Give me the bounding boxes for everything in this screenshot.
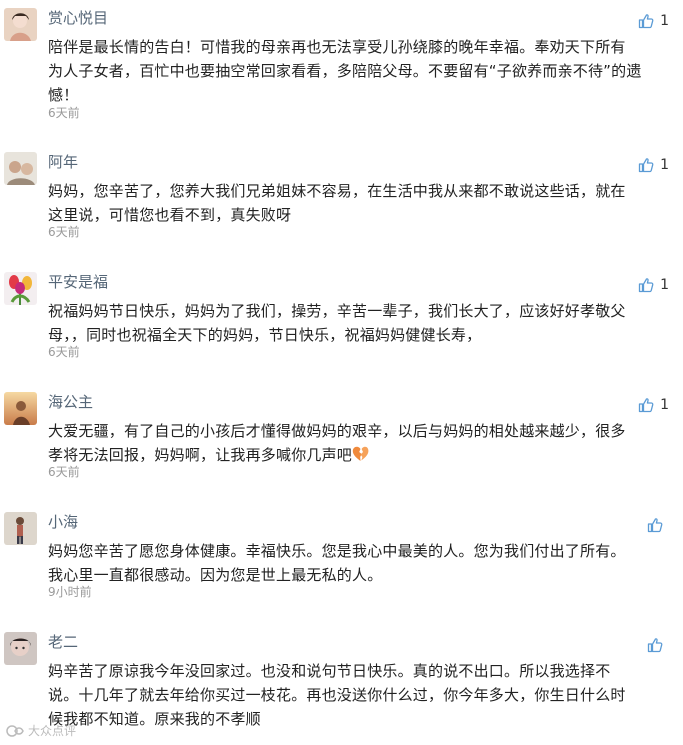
like-button[interactable]: 1 [638, 276, 669, 294]
thumbs-up-icon [638, 278, 654, 293]
comment-item: 阿年 1 妈妈，您辛苦了，您养大我们兄弟姐妹不容易，在生活中我从来都不敢说这些话… [0, 152, 683, 242]
like-button[interactable] [647, 636, 669, 654]
comment-line: 这里说，可惜您也看不到，真失败呀 [48, 206, 292, 224]
avatar[interactable] [4, 632, 37, 665]
comment-line: 母，，同时也祝福全天下的妈妈，节日快乐，祝福妈妈健健长寿， [48, 326, 482, 344]
avatar[interactable] [4, 8, 37, 41]
comment-line: 我心里一直都很感动。因为您是世上最无私的人。 [48, 566, 383, 584]
comment-line: 陪伴是最长情的告白！可惜我的母亲再也无法享受儿孙绕膝的晚年幸福。奉劝天下所有 [48, 38, 626, 56]
username[interactable]: 阿年 [48, 152, 78, 172]
thumbs-up-icon [647, 518, 663, 533]
like-button[interactable]: 1 [638, 396, 669, 414]
comment-item: 赏心悦目 1 陪伴是最长情的告白！可惜我的母亲再也无法享受儿孙绕膝的晚年幸福。奉… [0, 8, 683, 120]
username[interactable]: 老二 [48, 632, 78, 652]
comment-item: 平安是福 1 祝福妈妈节日快乐，妈妈为了我们，操劳，辛苦一辈子，我们长大了，应该… [0, 272, 683, 362]
username[interactable]: 海公主 [48, 392, 93, 412]
comment-text: 妈辛苦了原谅我今年没回家过。也没和说句节日快乐。真的说不出口。所以我选择不 说。… [48, 659, 660, 731]
comment-item: 老二 妈辛苦了原谅我今年没回家过。也没和说句节日快乐。真的说不出口。所以我选择不… [0, 632, 683, 745]
thumbs-up-icon [638, 158, 654, 173]
comment-text: 祝福妈妈节日快乐，妈妈为了我们，操劳，辛苦一辈子，我们长大了，应该好好孝敬父 母… [48, 299, 660, 347]
username[interactable]: 小海 [48, 512, 78, 532]
comment-time: 9小时前 [48, 585, 92, 599]
thumbs-up-icon [638, 14, 654, 29]
comment-line: 祝福妈妈节日快乐，妈妈为了我们，操劳，辛苦一辈子，我们长大了，应该好好孝敬父 [48, 302, 626, 320]
comment-time: 6天前 [48, 465, 80, 479]
comment-line-text: 孝将无法回报，妈妈啊，让我再多喊你几声吧 [48, 446, 353, 464]
avatar[interactable] [4, 272, 37, 305]
comment-line: 憾！ [48, 86, 79, 104]
comment-line: 孝将无法回报，妈妈啊，让我再多喊你几声吧 [48, 443, 660, 469]
avatar[interactable] [4, 392, 37, 425]
avatar[interactable] [4, 512, 37, 545]
comment-line: 妈妈您辛苦了愿您身体健康。幸福快乐。您是我心中最美的人。您为我们付出了所有。 [48, 542, 626, 560]
thumbs-up-icon [647, 638, 663, 653]
like-button[interactable]: 1 [638, 12, 669, 30]
like-count: 1 [660, 157, 669, 173]
comment-item: 海公主 1 大爱无疆，有了自己的小孩后才懂得做妈妈的艰辛，以后与妈妈的相处越来越… [0, 392, 683, 482]
like-button[interactable]: 1 [638, 156, 669, 174]
avatar[interactable] [4, 152, 37, 185]
username[interactable]: 平安是福 [48, 272, 108, 292]
comment-line: 说。十几年了就去年给你买过一枝花。再也没送你什么过，你今年多大，你生日什么时 [48, 686, 626, 704]
comment-line: 妈辛苦了原谅我今年没回家过。也没和说句节日快乐。真的说不出口。所以我选择不 [48, 662, 611, 680]
comment-time: 6天前 [48, 345, 80, 359]
comment-item: 小海 妈妈您辛苦了愿您身体健康。幸福快乐。您是我心中最美的人。您为我们付出了所有… [0, 512, 683, 602]
comment-line: 大爱无疆，有了自己的小孩后才懂得做妈妈的艰辛，以后与妈妈的相处越来越少，很多 [48, 422, 626, 440]
watermark: 大众点评 [6, 722, 76, 739]
like-count: 1 [660, 277, 669, 293]
like-count: 1 [660, 397, 669, 413]
comment-text: 大爱无疆，有了自己的小孩后才懂得做妈妈的艰辛，以后与妈妈的相处越来越少，很多 孝… [48, 419, 660, 469]
watermark-text: 大众点评 [28, 724, 77, 738]
watermark-logo-icon [6, 724, 24, 737]
like-button[interactable] [647, 516, 669, 534]
comment-line: 为人子女者，百忙中也要抽空常回家看看，多陪陪父母。不要留有“子欲养而亲不待”的遗 [48, 62, 642, 80]
thumbs-up-icon [638, 398, 654, 413]
comment-text: 妈妈，您辛苦了，您养大我们兄弟姐妹不容易，在生活中我从来都不敢说这些话，就在 这… [48, 179, 660, 227]
comment-time: 6天前 [48, 106, 80, 120]
comment-time: 6天前 [48, 225, 80, 239]
comment-text: 妈妈您辛苦了愿您身体健康。幸福快乐。您是我心中最美的人。您为我们付出了所有。 我… [48, 539, 660, 587]
comment-line: 候我都不知道。原来我的不孝顺 [48, 710, 261, 728]
comment-line: 妈妈，您辛苦了，您养大我们兄弟姐妹不容易，在生活中我从来都不敢说这些话，就在 [48, 182, 626, 200]
like-count: 1 [660, 13, 669, 29]
broken-heart-icon [352, 445, 369, 469]
username[interactable]: 赏心悦目 [48, 8, 108, 28]
comment-text: 陪伴是最长情的告白！可惜我的母亲再也无法享受儿孙绕膝的晚年幸福。奉劝天下所有 为… [48, 35, 660, 107]
